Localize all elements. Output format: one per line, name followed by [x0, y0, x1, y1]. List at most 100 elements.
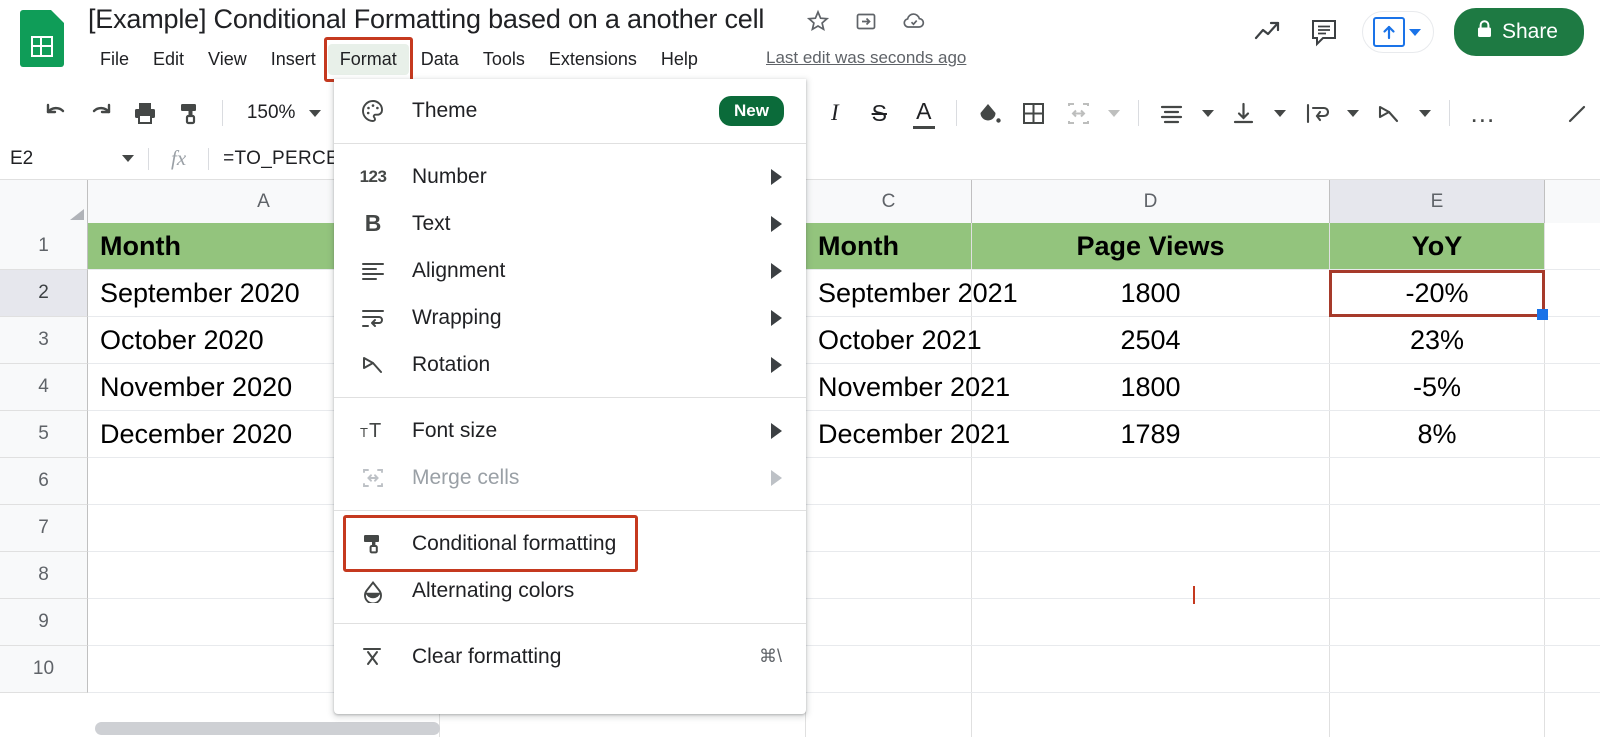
- wrap-chevron-down-icon[interactable]: [1347, 110, 1359, 117]
- print-icon[interactable]: [130, 96, 160, 130]
- toolbar-divider: [222, 100, 223, 126]
- cell-e1[interactable]: YoY: [1330, 223, 1545, 269]
- horizontal-align-icon[interactable]: [1156, 96, 1186, 130]
- row-header-10[interactable]: 10: [0, 646, 88, 693]
- zoom-chevron-down-icon[interactable]: [309, 110, 321, 117]
- menu-item-theme[interactable]: Theme New: [334, 87, 806, 134]
- present-button[interactable]: [1362, 11, 1434, 53]
- comment-icon[interactable]: [1306, 14, 1342, 50]
- vertical-align-icon[interactable]: [1229, 96, 1259, 130]
- menu-item-alternating-colors[interactable]: Alternating colors: [334, 567, 806, 614]
- cell-d1[interactable]: Page Views: [972, 223, 1330, 269]
- cell-c3[interactable]: October 2021: [806, 317, 972, 363]
- text-color-label: A: [916, 98, 931, 125]
- column-header-c[interactable]: C: [806, 180, 972, 223]
- column-header-d[interactable]: D: [972, 180, 1330, 223]
- row-header-1[interactable]: 1: [0, 223, 88, 270]
- paint-format-icon[interactable]: [174, 96, 204, 130]
- menu-item-font-size[interactable]: T T Font size: [334, 407, 806, 454]
- cell-d4[interactable]: 1800: [972, 364, 1330, 410]
- cell-e3[interactable]: 23%: [1330, 317, 1545, 363]
- menu-divider: [334, 510, 806, 511]
- table-row: December 2020 1656 December 2021 1789 8%: [88, 411, 1600, 458]
- strikethrough-button[interactable]: S: [864, 96, 894, 130]
- menu-tools[interactable]: Tools: [471, 44, 537, 75]
- menu-item-label: Rotation: [412, 353, 490, 377]
- row-header-6[interactable]: 6: [0, 458, 88, 505]
- horizontal-scrollbar[interactable]: [95, 722, 440, 735]
- valign-chevron-down-icon[interactable]: [1274, 110, 1286, 117]
- row-header-9[interactable]: 9: [0, 599, 88, 646]
- cell-e5[interactable]: 8%: [1330, 411, 1545, 457]
- rotation-chevron-down-icon[interactable]: [1419, 110, 1431, 117]
- menu-view[interactable]: View: [196, 44, 259, 75]
- clear-formatting-icon: [356, 646, 390, 668]
- menu-insert[interactable]: Insert: [259, 44, 328, 75]
- cell-c2[interactable]: September 2021: [806, 270, 972, 316]
- text-wrapping-icon[interactable]: [1301, 96, 1331, 130]
- more-options-button[interactable]: …: [1467, 96, 1497, 130]
- menu-item-number[interactable]: 123 Number: [334, 153, 806, 200]
- halign-chevron-down-icon[interactable]: [1202, 110, 1214, 117]
- row-header-3[interactable]: 3: [0, 317, 88, 364]
- trend-icon[interactable]: [1250, 14, 1286, 50]
- borders-icon[interactable]: [1018, 96, 1048, 130]
- table-row: [88, 552, 1600, 599]
- menu-data[interactable]: Data: [409, 44, 471, 75]
- share-button[interactable]: Share: [1454, 8, 1584, 56]
- row-header-5[interactable]: 5: [0, 411, 88, 458]
- cell-c4[interactable]: November 2021: [806, 364, 972, 410]
- row-header-8[interactable]: 8: [0, 552, 88, 599]
- table-row: [88, 646, 1600, 693]
- menu-edit[interactable]: Edit: [141, 44, 196, 75]
- menu-item-clear-formatting[interactable]: Clear formatting ⌘\: [334, 633, 806, 680]
- redo-icon[interactable]: [85, 96, 115, 130]
- cell-e2[interactable]: -20%: [1330, 270, 1545, 316]
- namebox-chevron-down-icon[interactable]: [122, 155, 134, 162]
- font-size-icon: T T: [356, 420, 390, 442]
- row-header-4[interactable]: 4: [0, 364, 88, 411]
- cell-c5[interactable]: December 2021: [806, 411, 972, 457]
- menu-item-label: Text: [412, 212, 451, 236]
- menu-item-alignment[interactable]: Alignment: [334, 247, 806, 294]
- menu-divider: [334, 397, 806, 398]
- cell-d3[interactable]: 2504: [972, 317, 1330, 363]
- menu-extensions[interactable]: Extensions: [537, 44, 649, 75]
- row-header-7[interactable]: 7: [0, 505, 88, 552]
- cloud-saved-icon[interactable]: [901, 8, 927, 34]
- select-all-corner[interactable]: [0, 180, 88, 223]
- merge-chevron-down-icon[interactable]: [1108, 110, 1120, 117]
- cell-c1[interactable]: Month: [806, 223, 972, 269]
- row-header-2[interactable]: 2: [0, 270, 88, 317]
- chevron-down-icon[interactable]: [1409, 29, 1421, 36]
- document-title[interactable]: [Example] Conditional Formatting based o…: [88, 4, 764, 35]
- text-rotation-icon[interactable]: [1374, 96, 1404, 130]
- cell-d5[interactable]: 1789: [972, 411, 1330, 457]
- menu-item-conditional-formatting[interactable]: Conditional formatting: [334, 520, 806, 567]
- undo-icon[interactable]: [41, 96, 71, 130]
- menu-format[interactable]: Format: [328, 44, 409, 75]
- conditional-formatting-icon: [356, 532, 390, 556]
- menu-help[interactable]: Help: [649, 44, 710, 75]
- header-actions: Share: [1250, 8, 1584, 56]
- menu-item-wrapping[interactable]: Wrapping: [334, 294, 806, 341]
- italic-button[interactable]: I: [820, 96, 850, 130]
- star-icon[interactable]: [805, 8, 831, 34]
- column-header-e[interactable]: E: [1330, 180, 1545, 223]
- last-edit-status[interactable]: Last edit was seconds ago: [766, 48, 966, 68]
- move-to-folder-icon[interactable]: [853, 8, 879, 34]
- merge-cells-icon[interactable]: [1063, 96, 1093, 130]
- name-box[interactable]: E2: [0, 148, 122, 170]
- column-header-f[interactable]: [1545, 180, 1600, 223]
- submenu-arrow-icon: [771, 470, 782, 486]
- menu-file[interactable]: File: [88, 44, 141, 75]
- text-color-button[interactable]: A: [909, 96, 939, 130]
- menu-item-rotation[interactable]: Rotation: [334, 341, 806, 388]
- zoom-level[interactable]: 150%: [247, 102, 296, 124]
- edit-mode-icon[interactable]: [1563, 96, 1593, 130]
- cell-d2[interactable]: 1800: [972, 270, 1330, 316]
- fill-color-icon[interactable]: [974, 96, 1004, 130]
- menu-item-text[interactable]: B Text: [334, 200, 806, 247]
- cell-e4[interactable]: -5%: [1330, 364, 1545, 410]
- present-icon: [1373, 17, 1405, 47]
